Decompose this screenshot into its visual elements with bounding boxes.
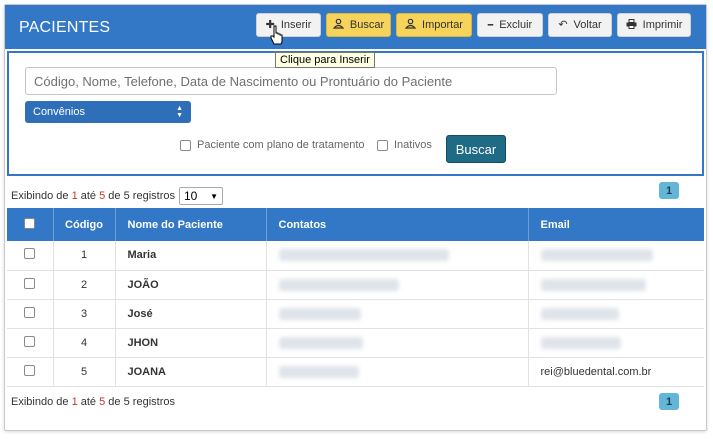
redacted-contact [278,307,361,320]
pagination-page-bottom[interactable]: 1 [659,393,679,410]
select-all-checkbox[interactable] [24,217,36,229]
undo-icon: ↶ [558,18,568,31]
header-contatos[interactable]: Contatos [266,208,529,241]
cell-email[interactable]: rei@bluedental.com.br [528,357,704,387]
table-row[interactable]: 1 Maria [7,241,704,271]
hand-cursor-icon [270,25,283,45]
header-nome[interactable]: Nome do Paciente [115,208,267,241]
search-submit-button[interactable]: Buscar [446,135,506,163]
search-input[interactable] [25,67,557,95]
table-row[interactable]: 3 José [7,299,704,329]
redacted-contact [278,278,399,291]
print-icon [626,18,637,32]
records-info-top: Exibindo de 1 até 5 de 5 registros 10 ▼ [11,187,223,205]
option-plano-tratamento[interactable]: Paciente com plano de tratamento [180,139,365,151]
table-row[interactable]: 4 JHON [7,328,704,358]
patient-name-link[interactable]: JOANA [115,357,267,387]
import-button[interactable]: Importar [396,13,472,37]
cell-email [528,241,704,271]
row-checkbox[interactable] [24,277,36,289]
cell-contatos [266,357,529,387]
cell-email [528,270,704,300]
inativos-checkbox[interactable] [377,139,388,151]
patients-panel: PACIENTES ✚ Inserir Buscar Importar ━ Ex… [4,4,707,431]
panel-header: PACIENTES ✚ Inserir Buscar Importar ━ Ex… [5,5,706,49]
row-checkbox[interactable] [24,364,36,376]
per-page-select[interactable]: 10 ▼ [178,187,223,205]
delete-button[interactable]: ━ Excluir [477,13,543,37]
user-search-icon [332,18,345,32]
print-button[interactable]: Imprimir [617,13,691,37]
patient-name-link[interactable]: Maria [115,241,267,271]
back-button[interactable]: ↶ Voltar [548,13,612,37]
redacted-contact [278,336,363,349]
minus-icon: ━ [487,19,494,30]
row-checkbox[interactable] [24,306,36,318]
patients-table: Código Nome do Paciente Contatos Email 1… [7,208,704,387]
plano-checkbox[interactable] [180,139,191,151]
insert-button[interactable]: ✚ Inserir [256,13,321,37]
pagination-page-top[interactable]: 1 [659,182,679,199]
header-email[interactable]: Email [528,208,704,241]
cell-email [528,328,704,358]
cell-contatos [266,328,529,358]
patient-name-link[interactable]: JOÃO [115,270,267,300]
cell-email [528,299,704,329]
cell-codigo: 2 [53,270,116,300]
header-codigo[interactable]: Código [53,208,116,241]
redacted-email [540,249,653,262]
table-row[interactable]: 2 JOÃO [7,270,704,300]
row-checkbox[interactable] [24,335,36,347]
dropdown-arrow-icon: ▼ [210,191,218,201]
select-arrows-icon: ▲ ▼ [176,105,183,119]
redacted-email [540,278,646,291]
cell-codigo: 3 [53,299,116,329]
patient-name-link[interactable]: José [115,299,267,329]
option-inativos[interactable]: Inativos [377,139,432,151]
search-button[interactable]: Buscar [326,13,391,37]
user-import-icon [404,18,417,32]
cell-contatos [266,299,529,329]
search-panel: Convênios ▲▼ Paciente com plano de trata… [7,51,704,176]
cell-contatos [266,270,529,300]
select-all-header [7,208,54,241]
patient-name-link[interactable]: JHON [115,328,267,358]
table-row[interactable]: 5 JOANA rei@bluedental.com.br [7,357,704,387]
cell-contatos [266,241,529,271]
redacted-email [540,307,619,320]
convenios-select[interactable]: Convênios ▲ ▼ [25,101,191,123]
insert-tooltip: Clique para Inserir [275,52,375,68]
redacted-contact [278,249,449,262]
cell-codigo: 5 [53,357,116,387]
records-info-bottom: Exibindo de 1 até 5 de 5 registros [11,396,175,408]
page-title: PACIENTES [19,19,111,36]
redacted-contact [278,365,359,378]
cell-codigo: 4 [53,328,116,358]
redacted-email [540,336,621,349]
row-checkbox[interactable] [24,248,36,260]
cell-codigo: 1 [53,241,116,271]
